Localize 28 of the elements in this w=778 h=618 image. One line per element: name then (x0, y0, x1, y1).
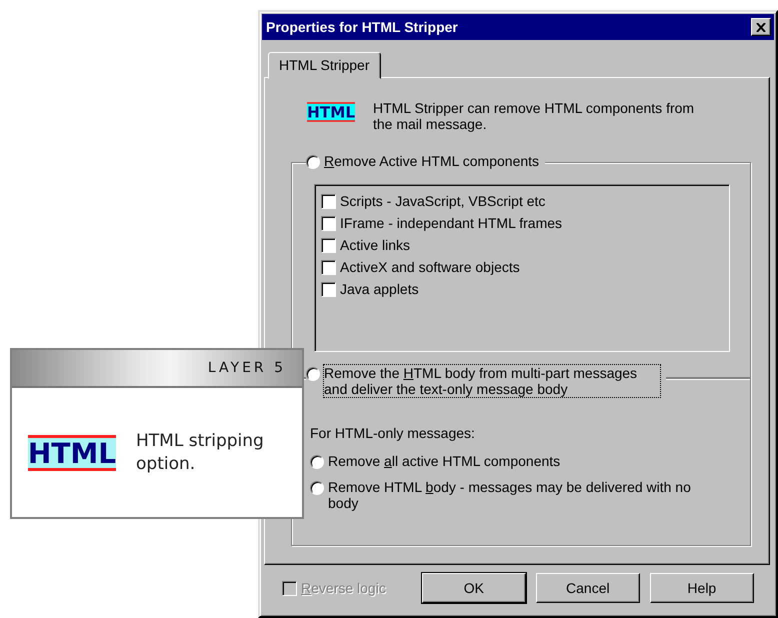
dialog-button[interactable]: OK (422, 573, 526, 603)
callout-text: HTML stripping option. (136, 430, 265, 476)
checkbox[interactable] (321, 216, 336, 230)
radio-button[interactable] (310, 481, 324, 495)
radio-label[interactable]: Remove all active HTML components (328, 453, 708, 469)
checkbox[interactable] (321, 194, 336, 208)
checkbox[interactable] (321, 282, 336, 296)
checkbox[interactable] (321, 260, 336, 274)
radio-button[interactable] (306, 155, 320, 169)
callout-title: LAYER 5 (208, 360, 286, 376)
checkbox-label[interactable]: Active links (340, 237, 410, 253)
description-text: HTML Stripper can remove HTML components from the mail message. (373, 100, 696, 132)
checkbox-label[interactable]: Java applets (340, 281, 419, 297)
checkbox-label[interactable]: IFrame - independant HTML frames (340, 215, 562, 231)
close-button[interactable] (751, 18, 771, 36)
section-label: For HTML-only messages: (310, 425, 475, 441)
radio-label[interactable]: Remove HTML body - messages may be delivered with no body (328, 479, 708, 511)
html-logo-icon: HTML (307, 100, 355, 124)
dialog-button[interactable]: Help (650, 573, 754, 603)
dialog-button[interactable]: Cancel (536, 573, 640, 603)
close-icon (756, 22, 766, 32)
radio-button[interactable] (310, 455, 324, 469)
radio-button[interactable] (306, 367, 320, 381)
checkbox[interactable] (321, 238, 336, 252)
checkbox-label[interactable]: ActiveX and software objects (340, 259, 520, 275)
tab[interactable]: HTML Stripper (268, 52, 381, 79)
window-title: Properties for HTML Stripper (266, 19, 458, 35)
checkbox-label[interactable]: Scripts - JavaScript, VBScript etc (340, 193, 546, 209)
